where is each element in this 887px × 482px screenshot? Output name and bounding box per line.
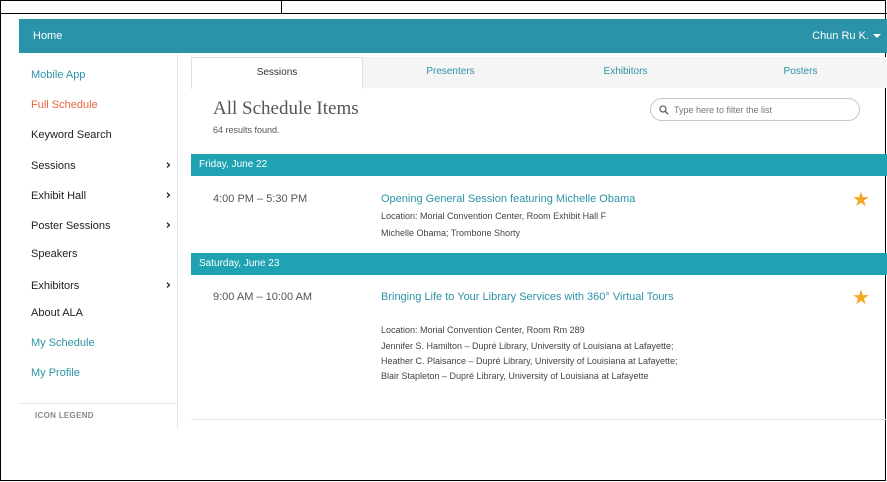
- sidebar-item-label: Speakers: [31, 248, 78, 260]
- tab-presenters[interactable]: Presenters: [363, 57, 538, 88]
- sidebar-item-mobile-app[interactable]: Mobile App: [31, 69, 171, 81]
- event-presenters: Michelle Obama; Trombone Shorty: [381, 228, 521, 238]
- page-title: All Schedule Items: [213, 98, 359, 119]
- chevron-right-icon: ›: [165, 278, 171, 293]
- row-divider: [191, 419, 887, 420]
- sidebar-item-speakers[interactable]: Speakers: [31, 248, 171, 260]
- frame-tick: [281, 0, 282, 13]
- chevron-right-icon: ›: [165, 188, 171, 203]
- frame-divider: [0, 13, 887, 14]
- sidebar: Mobile App Full Schedule Keyword Search …: [19, 53, 177, 429]
- sidebar-item-keyword-search[interactable]: Keyword Search: [31, 129, 171, 141]
- sidebar-item-label: Poster Sessions: [31, 219, 111, 232]
- main-content: Sessions Presenters Exhibitors Posters A…: [177, 53, 887, 429]
- event-time: 4:00 PM – 5:30 PM: [213, 193, 308, 205]
- caret-down-icon: [873, 34, 881, 38]
- search-icon: [659, 104, 669, 115]
- sidebar-item-label: Sessions: [31, 159, 76, 172]
- home-link[interactable]: Home: [33, 30, 62, 42]
- day-header: Friday, June 22: [191, 154, 887, 176]
- sidebar-divider: [19, 403, 177, 404]
- sidebar-item-label: My Schedule: [31, 337, 95, 349]
- chevron-right-icon: ›: [165, 158, 171, 173]
- sidebar-item-exhibitors[interactable]: Exhibitors ›: [31, 278, 171, 293]
- star-icon[interactable]: ★: [852, 285, 870, 309]
- event-title-link[interactable]: Opening General Session featuring Michel…: [381, 192, 681, 207]
- tab-bar: Sessions Presenters Exhibitors Posters: [191, 57, 887, 89]
- event-location: Location: Morial Convention Center, Room…: [381, 325, 585, 335]
- sidebar-item-label: My Profile: [31, 367, 80, 379]
- sidebar-item-my-profile[interactable]: My Profile: [31, 367, 171, 379]
- tab-sessions[interactable]: Sessions: [191, 57, 363, 89]
- tab-posters[interactable]: Posters: [713, 57, 887, 88]
- top-navbar: Home Chun Ru K.: [19, 19, 887, 53]
- sidebar-item-label: About ALA: [31, 307, 83, 319]
- sidebar-item-label: Full Schedule: [31, 99, 98, 111]
- chevron-right-icon: ›: [165, 218, 171, 233]
- filter-input[interactable]: [674, 104, 844, 115]
- results-count: 64 results found.: [213, 125, 280, 135]
- sidebar-item-poster-sessions[interactable]: Poster Sessions ›: [31, 218, 171, 233]
- event-title-link[interactable]: Bringing Life to Your Library Services w…: [381, 290, 676, 305]
- sidebar-item-label: Keyword Search: [31, 129, 112, 141]
- sidebar-item-about-ala[interactable]: About ALA: [31, 307, 171, 319]
- event-presenters: Jennifer S. Hamilton – Dupré Library, Un…: [381, 341, 678, 381]
- sidebar-item-sessions[interactable]: Sessions ›: [31, 158, 171, 173]
- icon-legend-heading[interactable]: ICON LEGEND: [35, 411, 94, 420]
- event-time: 9:00 AM – 10:00 AM: [213, 291, 313, 303]
- filter-search-box[interactable]: [650, 98, 860, 121]
- sidebar-item-label: Exhibit Hall: [31, 189, 87, 202]
- sidebar-item-label: Exhibitors: [31, 279, 80, 292]
- sidebar-item-exhibit-hall[interactable]: Exhibit Hall ›: [31, 188, 171, 203]
- star-icon[interactable]: ★: [852, 187, 870, 211]
- event-location: Location: Morial Convention Center, Room…: [381, 211, 607, 221]
- day-header: Saturday, June 23: [191, 253, 887, 275]
- user-menu[interactable]: Chun Ru K.: [812, 30, 881, 42]
- sidebar-item-full-schedule[interactable]: Full Schedule: [31, 99, 171, 111]
- sidebar-item-label: Mobile App: [31, 69, 86, 81]
- user-name: Chun Ru K.: [812, 30, 869, 42]
- sidebar-item-my-schedule[interactable]: My Schedule: [31, 337, 171, 349]
- tab-exhibitors[interactable]: Exhibitors: [538, 57, 713, 88]
